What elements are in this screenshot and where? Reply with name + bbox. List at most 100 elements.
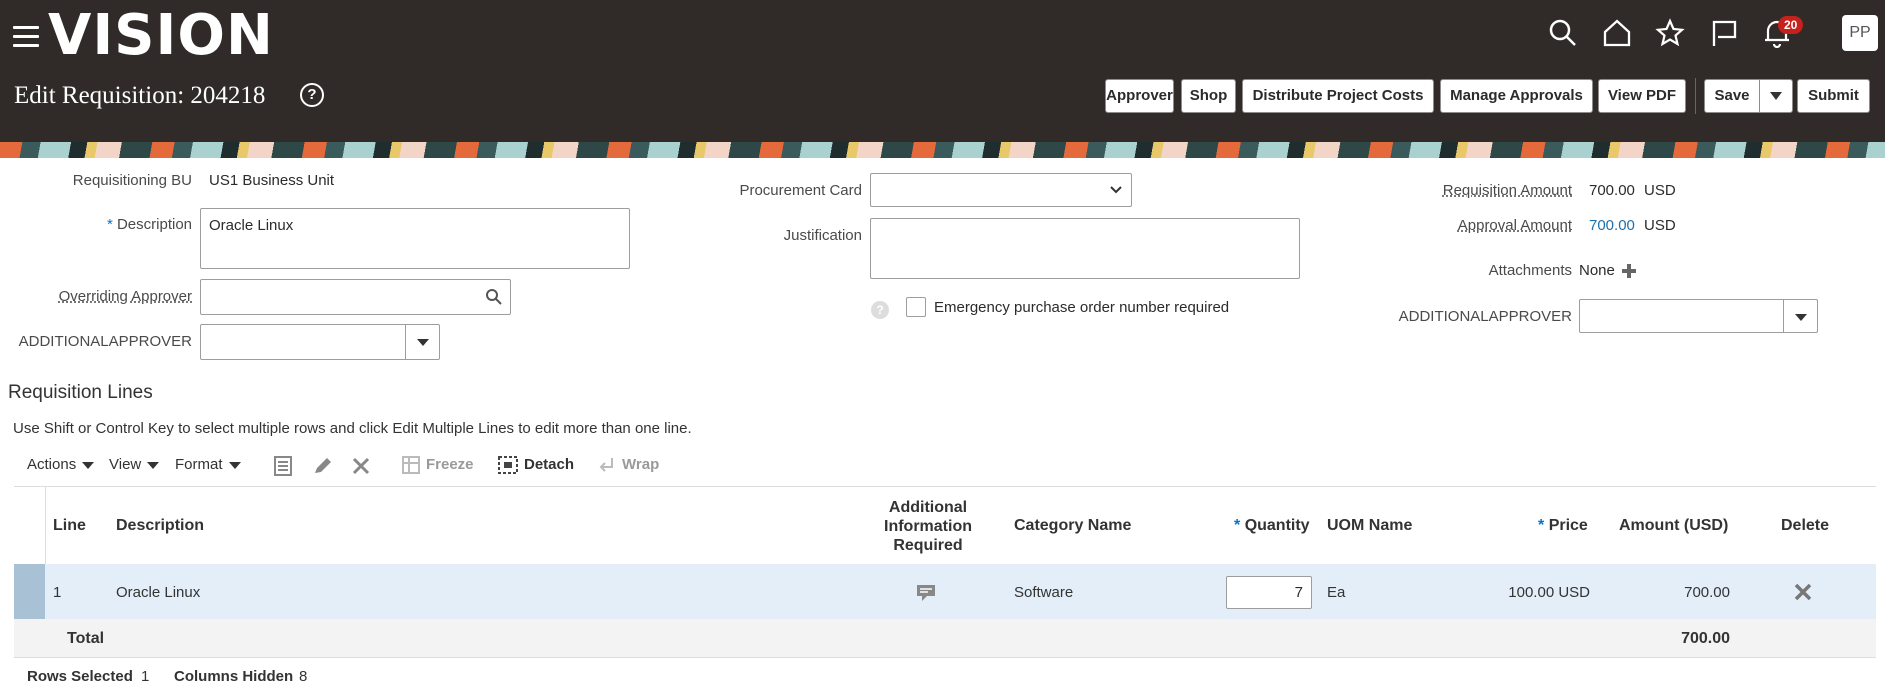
freeze-icon bbox=[402, 456, 420, 475]
approval-amount-link[interactable]: 700.00 bbox=[1589, 217, 1635, 234]
view-menu[interactable]: View bbox=[109, 456, 160, 473]
row-category-name: Software bbox=[1014, 584, 1074, 601]
table-top-border bbox=[14, 486, 1876, 487]
requisition-amount-currency: USD bbox=[1644, 182, 1676, 199]
save-button[interactable]: Save bbox=[1704, 79, 1760, 113]
additional-info-icon[interactable] bbox=[917, 585, 935, 601]
freeze-button-label: Freeze bbox=[426, 456, 474, 473]
description-label: * Description bbox=[60, 216, 192, 233]
section-title: Requisition Lines bbox=[8, 382, 153, 403]
chevron-down-icon bbox=[1770, 92, 1782, 101]
column-header-quantity[interactable]: * Quantity bbox=[1234, 517, 1310, 535]
notification-count-badge: 20 bbox=[1778, 16, 1804, 34]
decorative-banner bbox=[0, 142, 1885, 158]
wrap-button[interactable]: Wrap bbox=[598, 456, 659, 474]
description-label-text: Description bbox=[116, 216, 192, 233]
approver-button[interactable]: Approver bbox=[1105, 79, 1174, 113]
attachments-label: Attachments bbox=[1488, 262, 1572, 279]
additional-approver-label: ADDITIONALAPPROVER bbox=[18, 333, 192, 350]
delete-x-icon[interactable] bbox=[352, 457, 370, 475]
chevron-down-icon bbox=[147, 461, 160, 469]
chevron-down-icon bbox=[1110, 186, 1122, 194]
distribute-project-costs-button[interactable]: Distribute Project Costs bbox=[1242, 79, 1434, 113]
overriding-approver-input[interactable] bbox=[200, 279, 511, 315]
rows-selected-label: Rows Selected bbox=[27, 668, 133, 685]
justification-label: Justification bbox=[783, 227, 862, 244]
row-price: 100.00 USD bbox=[1508, 584, 1590, 601]
detach-button[interactable]: Detach bbox=[498, 456, 575, 475]
table-row[interactable] bbox=[14, 564, 1876, 619]
navigator-menu-icon[interactable] bbox=[13, 26, 39, 48]
overriding-approver-label: Overriding Approver bbox=[58, 288, 192, 305]
detach-button-label: Detach bbox=[524, 456, 575, 473]
wrap-button-label: Wrap bbox=[622, 456, 660, 473]
row-selection-marker bbox=[14, 564, 45, 619]
column-header-category-name[interactable]: Category Name bbox=[1014, 517, 1131, 535]
app-logo: VISION bbox=[48, 3, 274, 68]
actions-menu-label: Actions bbox=[27, 456, 77, 473]
requisitioning-bu-value: US1 Business Unit bbox=[209, 172, 335, 189]
emergency-po-checkbox[interactable] bbox=[906, 297, 926, 317]
detach-icon bbox=[498, 456, 518, 475]
total-value: 700.00 bbox=[1681, 630, 1730, 647]
add-attachment-icon[interactable] bbox=[1621, 263, 1637, 279]
delete-row-icon[interactable] bbox=[1794, 583, 1812, 601]
column-header-description[interactable]: Description bbox=[116, 517, 204, 535]
total-row bbox=[14, 619, 1876, 658]
column-header-additional-info[interactable]: Additional Information Required bbox=[868, 498, 988, 555]
favorites-star-icon[interactable] bbox=[1655, 18, 1685, 48]
edit-pencil-icon[interactable] bbox=[312, 456, 334, 476]
approval-amount-currency: USD bbox=[1644, 217, 1676, 234]
required-marker: * bbox=[106, 216, 113, 233]
flag-icon[interactable] bbox=[1709, 18, 1739, 48]
column-header-price[interactable]: * Price bbox=[1538, 517, 1588, 535]
columns-hidden-label: Columns Hidden bbox=[174, 668, 294, 685]
submit-button[interactable]: Submit bbox=[1797, 79, 1870, 113]
row-quantity-input[interactable]: 7 bbox=[1226, 576, 1312, 609]
instruction-text: Use Shift or Control Key to select multi… bbox=[13, 420, 692, 437]
required-marker: * bbox=[1234, 517, 1241, 534]
home-icon[interactable] bbox=[1602, 18, 1632, 48]
search-icon[interactable] bbox=[1548, 18, 1578, 48]
additional-approver-right-select[interactable] bbox=[1579, 299, 1818, 333]
shop-button[interactable]: Shop bbox=[1181, 79, 1236, 113]
approval-amount-label: Approval Amount bbox=[1457, 217, 1572, 234]
user-avatar[interactable]: PP bbox=[1842, 15, 1878, 51]
column-header-amount[interactable]: Amount (USD) bbox=[1619, 517, 1728, 535]
additional-approver-right-label: ADDITIONALAPPROVER bbox=[1398, 308, 1572, 325]
format-menu[interactable]: Format bbox=[175, 456, 241, 473]
actions-menu[interactable]: Actions bbox=[27, 456, 95, 473]
row-description: Oracle Linux bbox=[116, 584, 201, 601]
additional-approver-select[interactable] bbox=[200, 324, 440, 360]
justification-textarea[interactable] bbox=[870, 218, 1300, 279]
manage-approvals-button[interactable]: Manage Approvals bbox=[1440, 79, 1593, 113]
emergency-po-label: Emergency purchase order number required bbox=[934, 299, 1230, 316]
column-header-line[interactable]: Line bbox=[53, 517, 86, 535]
chevron-down-icon[interactable] bbox=[405, 325, 439, 359]
required-marker: * bbox=[1538, 517, 1545, 534]
total-label: Total bbox=[67, 630, 105, 647]
procurement-card-select[interactable] bbox=[870, 173, 1132, 207]
page-title: Edit Requisition: 204218 bbox=[14, 82, 266, 109]
view-pdf-button[interactable]: View PDF bbox=[1598, 79, 1686, 113]
column-header-delete[interactable]: Delete bbox=[1781, 517, 1829, 535]
procurement-card-label: Procurement Card bbox=[739, 182, 862, 199]
chevron-down-icon bbox=[82, 461, 95, 469]
chevron-down-icon[interactable] bbox=[1783, 300, 1817, 332]
column-header-uom-name[interactable]: UOM Name bbox=[1327, 517, 1412, 535]
help-icon[interactable]: ? bbox=[300, 83, 324, 107]
column-header-additional-info-line3: Required bbox=[893, 537, 963, 554]
table-column-divider bbox=[45, 487, 46, 564]
freeze-button[interactable]: Freeze bbox=[402, 456, 474, 475]
save-menu-button[interactable] bbox=[1759, 79, 1793, 113]
row-amount: 700.00 bbox=[1684, 584, 1730, 601]
help-question-icon[interactable]: ? bbox=[871, 301, 889, 319]
column-header-price-label: Price bbox=[1548, 517, 1588, 534]
wrap-icon bbox=[599, 458, 613, 472]
requisitioning-bu-label: Requisitioning BU bbox=[72, 172, 192, 189]
search-icon[interactable] bbox=[485, 288, 503, 306]
view-menu-label: View bbox=[109, 456, 142, 473]
row-uom-name: Ea bbox=[1327, 584, 1346, 601]
description-textarea[interactable]: Oracle Linux bbox=[200, 208, 630, 269]
list-view-icon[interactable] bbox=[274, 456, 292, 476]
